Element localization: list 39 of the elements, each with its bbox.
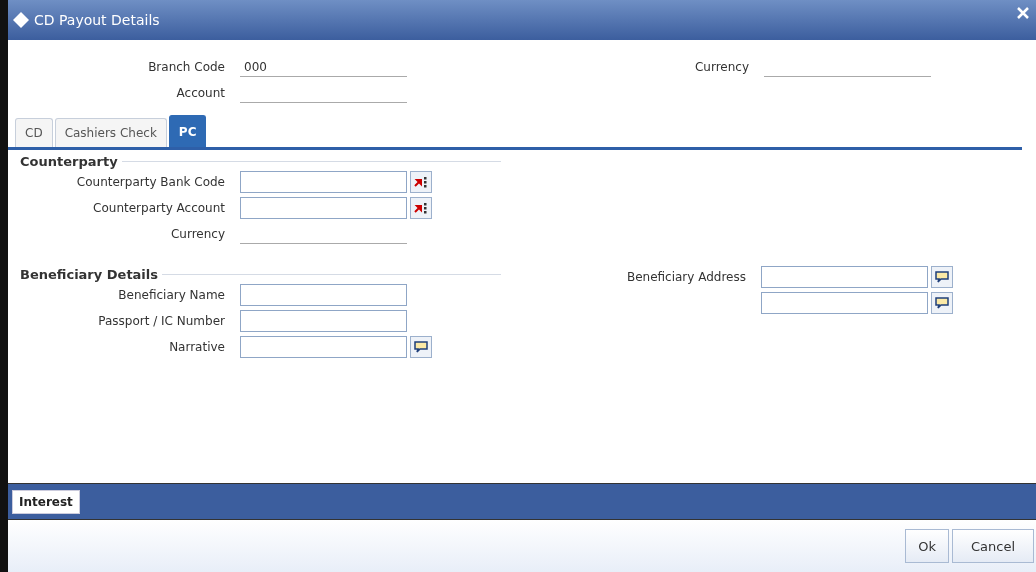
arrow-list-icon (414, 176, 428, 188)
field-label: Counterparty Bank Code (75, 175, 226, 189)
text-editor-button[interactable] (931, 266, 953, 288)
input-field[interactable] (240, 310, 407, 332)
dialog-button[interactable]: Cancel (951, 529, 1034, 563)
field-label: Currency (693, 60, 750, 74)
lookup-button[interactable] (410, 197, 432, 219)
field-label: Currency (169, 227, 226, 241)
arrow-list-icon (414, 202, 428, 214)
diamond-icon (12, 11, 30, 29)
input-field[interactable] (761, 266, 928, 288)
tab[interactable]: CD (15, 118, 53, 147)
input-field[interactable] (240, 171, 407, 193)
input-field[interactable] (240, 336, 407, 358)
dialog-button[interactable]: Ok (905, 529, 949, 563)
field-label: Beneficiary Address (625, 270, 747, 284)
input-field[interactable] (240, 284, 407, 306)
window-title: CD Payout Details (34, 12, 161, 28)
text-editor-button[interactable] (410, 336, 432, 358)
lookup-button[interactable] (410, 171, 432, 193)
field-label: Counterparty Account (92, 201, 226, 215)
interest-tab[interactable]: Interest (12, 489, 80, 514)
tab[interactable]: PC (168, 115, 207, 147)
tab[interactable]: Cashiers Check (54, 118, 167, 147)
close-icon[interactable] (1016, 6, 1030, 20)
section-title: Beneficiary Details (19, 267, 160, 282)
field-label: Passport / IC Number (97, 314, 226, 328)
display-field: 000 (240, 57, 407, 77)
speech-bubble-icon (934, 296, 950, 310)
field-label: Beneficiary Name (117, 288, 226, 302)
field-label: Account (175, 86, 226, 100)
section-title: Counterparty (19, 154, 119, 169)
speech-bubble-icon (934, 270, 950, 284)
text-editor-button[interactable] (931, 292, 953, 314)
input-field[interactable] (761, 292, 928, 314)
field-label: Branch Code (147, 60, 226, 74)
field-label: Narrative (168, 340, 226, 354)
speech-bubble-icon (413, 340, 429, 354)
input-field[interactable] (240, 197, 407, 219)
